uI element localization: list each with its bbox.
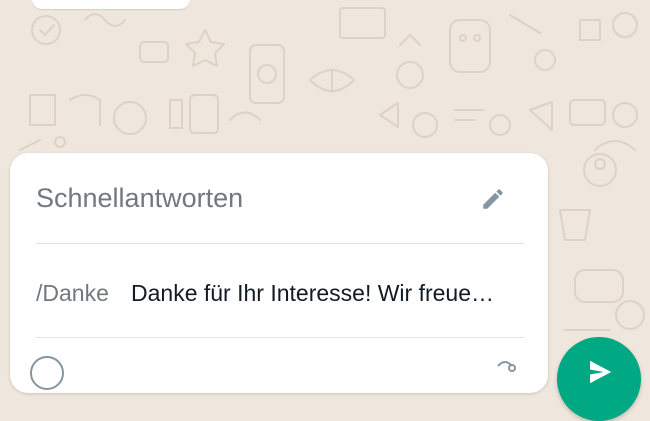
send-button[interactable] — [557, 337, 641, 421]
panel-title: Schnellantworten — [36, 183, 244, 213]
quick-reply-item[interactable]: /Danke Danke für Ihr Interesse! Wir freu… — [35, 244, 525, 337]
partial-icon — [490, 356, 520, 386]
quick-reply-shortcut: /Danke — [36, 280, 109, 306]
divider — [35, 337, 525, 338]
quick-replies-panel: Schnellantworten /Danke Danke für Ihr In… — [10, 153, 548, 393]
message-bubble — [32, 0, 190, 9]
circle-icon — [30, 356, 64, 390]
send-icon — [590, 360, 612, 384]
pencil-icon[interactable] — [480, 186, 506, 212]
quick-reply-message: Danke für Ihr Interesse! Wir freue… — [131, 280, 495, 306]
